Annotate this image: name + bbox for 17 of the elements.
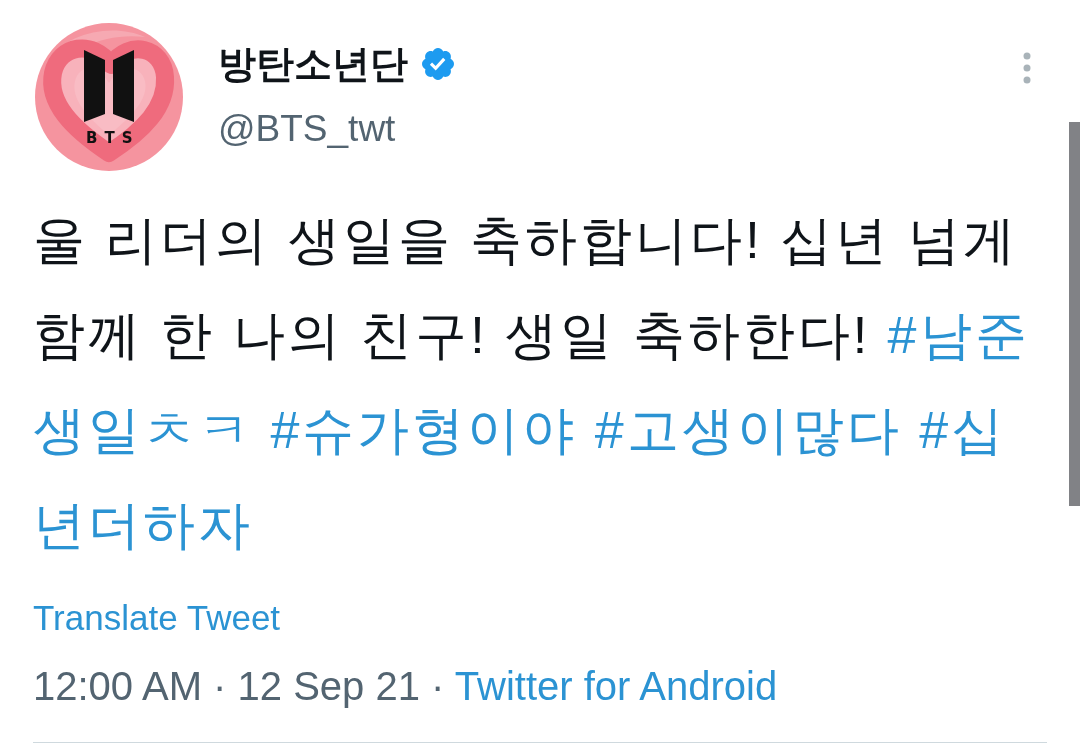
scrollbar-thumb[interactable] xyxy=(1069,122,1080,506)
tweet-text: 함께 한 나의 친구! 생일 축하한다! xyxy=(33,306,871,364)
hashtag-link[interactable]: #남준 xyxy=(887,306,1030,364)
hashtag-link[interactable]: 생일ㅊㅋ xyxy=(33,401,253,459)
hashtag-link[interactable]: #슈가형이야 xyxy=(270,401,578,459)
hashtag-link[interactable]: #고생이많다 xyxy=(594,401,902,459)
avatar-logo-text: BTS xyxy=(85,129,139,147)
hashtag-link[interactable]: 년더하자 xyxy=(33,496,253,554)
tweet-text: 울 리더의 생일을 축하합니다! 십년 넘게 xyxy=(33,211,1018,269)
translate-tweet-link[interactable]: Translate Tweet xyxy=(33,596,281,640)
tweet-timestamp: 12:00 AM · 12 Sep 21 · xyxy=(33,664,445,708)
display-name[interactable]: 방탄소년단 xyxy=(218,40,408,88)
hashtag-link[interactable]: #십 xyxy=(919,401,1007,459)
more-menu-icon[interactable] xyxy=(1023,52,1031,84)
user-handle[interactable]: @BTS_twt xyxy=(218,107,454,151)
tweet-source-link[interactable]: Twitter for Android xyxy=(454,664,778,708)
profile-avatar[interactable] xyxy=(35,23,183,171)
